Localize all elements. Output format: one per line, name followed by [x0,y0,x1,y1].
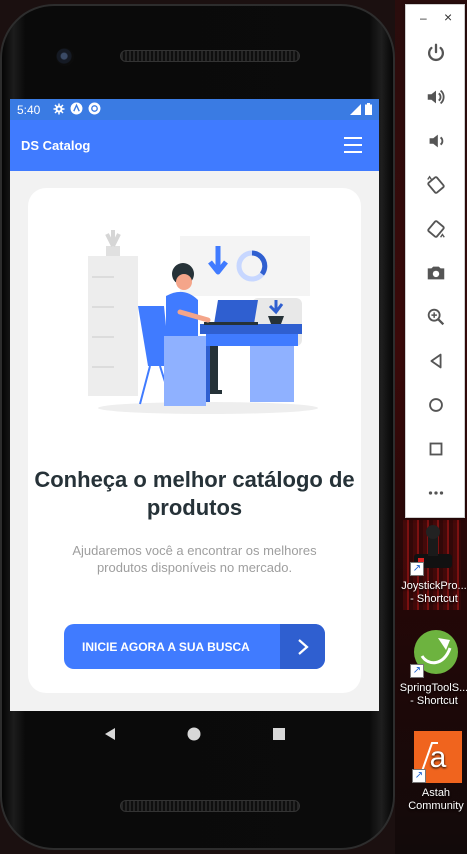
top-speaker-grille [120,50,300,62]
shortcut-label: Astah Community [408,787,464,812]
joystick-app-icon: ↗ [408,524,460,576]
start-search-button[interactable]: INICIE AGORA A SUA BUSCA [64,624,325,669]
nav-back-icon[interactable] [98,722,122,746]
battery-icon [365,103,372,118]
power-icon [427,43,445,62]
desktop-shortcut-joystick[interactable]: ↗ JoystickPro... - Shortcut [398,524,467,606]
front-camera [56,48,74,66]
phone-screen: 5:40 DS Catalog Conheça o melhor catálog… [10,99,379,711]
nav-recents-icon[interactable] [267,722,291,746]
volume-down-icon [429,134,444,148]
zoom-button[interactable] [406,295,466,339]
more-button[interactable] [406,471,466,515]
more-icon [428,491,444,495]
status-time: 5:40 [17,103,41,117]
power-button[interactable] [406,31,466,75]
emulator-home-button[interactable] [406,383,466,427]
emulator-panel-titlebar: – × [406,5,464,33]
nav-home-icon[interactable] [182,722,206,746]
home-icon [429,398,443,412]
rotate-left-icon [427,175,445,194]
emulator-controls-panel: – × [405,4,465,518]
hamburger-menu-icon[interactable] [344,137,362,153]
signal-icon [350,103,361,118]
settings-icon [52,102,65,115]
rotate-left-button[interactable] [406,163,466,207]
astah-app-icon: a ↗ [410,731,462,783]
svg-text:a: a [430,741,447,774]
shortcut-label: SpringToolS... - Shortcut [399,682,467,707]
chevron-right-icon [280,624,325,669]
volume-down-button[interactable] [406,119,466,163]
desktop-shortcut-spring[interactable]: ↗ SpringToolS... - Shortcut [398,626,467,708]
back-icon [430,353,442,369]
sync-icon [88,102,101,115]
start-search-button-label: INICIE AGORA A SUA BUSCA [82,640,250,654]
spring-tools-icon: ↗ [408,626,460,678]
zoom-icon [427,308,445,326]
shortcut-arrow-icon: ↗ [410,562,424,576]
app-title[interactable]: DS Catalog [21,138,90,153]
status-bar: 5:40 [10,99,379,120]
person-at-desk-illustration [88,230,318,414]
overview-icon [429,442,443,456]
android-icon [70,102,83,115]
android-navigation-bar [10,711,379,757]
bottom-speaker-grille [120,800,300,812]
screenshot-button[interactable] [406,251,466,295]
emulator-back-button[interactable] [406,339,466,383]
minimize-button[interactable]: – [420,11,427,25]
shortcut-arrow-icon: ↗ [410,664,424,678]
rotate-right-icon [427,220,445,238]
shortcut-arrow-icon: ↗ [412,769,426,783]
desktop-shortcut-astah[interactable]: a ↗ Astah Community [400,731,467,813]
volume-up-button[interactable] [406,75,466,119]
page-subtitle: Ajudaremos você a encontrar os melhores … [72,543,317,575]
page-title: Conheça o melhor catálogo de produtos [34,467,355,520]
app-bar: DS Catalog [10,120,379,171]
camera-icon [427,266,445,280]
close-button[interactable]: × [444,9,452,25]
emulator-overview-button[interactable] [406,427,466,471]
shortcut-label: JoystickPro... - Shortcut [401,580,467,605]
home-card: Conheça o melhor catálogo de produtos Aj… [28,188,361,693]
volume-up-icon [427,89,445,105]
rotate-right-button[interactable] [406,207,466,251]
